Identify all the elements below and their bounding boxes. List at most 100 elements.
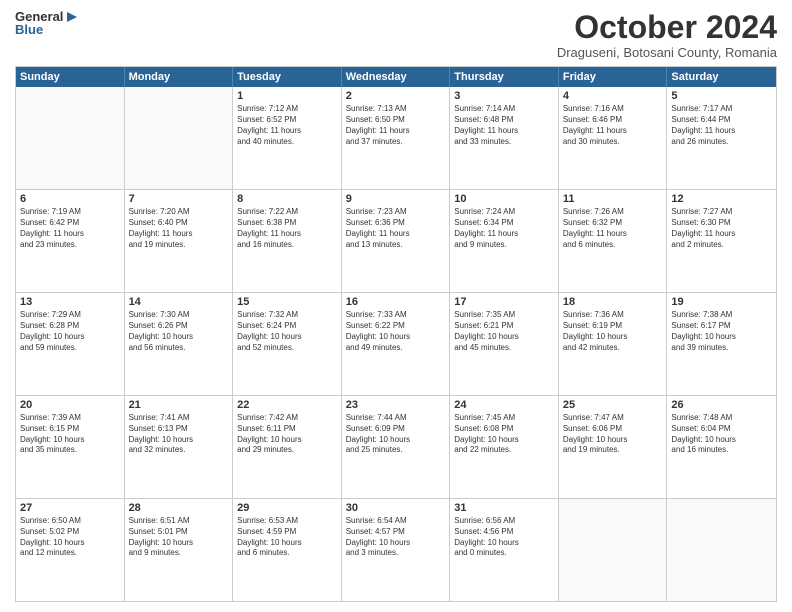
day-number: 31 <box>454 502 554 514</box>
day-number: 9 <box>346 193 446 205</box>
day-number: 10 <box>454 193 554 205</box>
cell-text-line: and 42 minutes. <box>563 343 663 354</box>
calendar-cell: 3Sunrise: 7:14 AMSunset: 6:48 PMDaylight… <box>450 87 559 189</box>
cell-text-line: Sunrise: 7:36 AM <box>563 310 663 321</box>
day-number: 25 <box>563 399 663 411</box>
calendar-cell: 7Sunrise: 7:20 AMSunset: 6:40 PMDaylight… <box>125 190 234 292</box>
cell-text-line: Sunrise: 7:48 AM <box>671 413 772 424</box>
cell-text-line: Sunset: 6:17 PM <box>671 321 772 332</box>
day-number: 14 <box>129 296 229 308</box>
cell-text-line: Daylight: 10 hours <box>454 538 554 549</box>
cell-text-line: Daylight: 10 hours <box>20 332 120 343</box>
calendar-cell: 2Sunrise: 7:13 AMSunset: 6:50 PMDaylight… <box>342 87 451 189</box>
day-number: 13 <box>20 296 120 308</box>
calendar-cell: 8Sunrise: 7:22 AMSunset: 6:38 PMDaylight… <box>233 190 342 292</box>
page: General Blue October 2024 Draguseni, Bot… <box>0 0 792 612</box>
day-number: 29 <box>237 502 337 514</box>
cell-text-line: Daylight: 11 hours <box>237 126 337 137</box>
day-number: 22 <box>237 399 337 411</box>
cell-text-line: Daylight: 10 hours <box>563 435 663 446</box>
weekday-header: Saturday <box>667 67 776 87</box>
cell-text-line: and 19 minutes. <box>563 445 663 456</box>
day-number: 12 <box>671 193 772 205</box>
cell-text-line: Daylight: 10 hours <box>671 332 772 343</box>
day-number: 19 <box>671 296 772 308</box>
day-number: 24 <box>454 399 554 411</box>
calendar: SundayMondayTuesdayWednesdayThursdayFrid… <box>15 66 777 602</box>
cell-text-line: Sunset: 6:36 PM <box>346 218 446 229</box>
calendar-cell <box>667 499 776 601</box>
cell-text-line: Sunset: 4:59 PM <box>237 527 337 538</box>
cell-text-line: and 9 minutes. <box>454 240 554 251</box>
cell-text-line: and 33 minutes. <box>454 137 554 148</box>
calendar-cell: 17Sunrise: 7:35 AMSunset: 6:21 PMDayligh… <box>450 293 559 395</box>
calendar-cell: 16Sunrise: 7:33 AMSunset: 6:22 PMDayligh… <box>342 293 451 395</box>
calendar-cell: 25Sunrise: 7:47 AMSunset: 6:06 PMDayligh… <box>559 396 668 498</box>
cell-text-line: and 49 minutes. <box>346 343 446 354</box>
day-number: 15 <box>237 296 337 308</box>
cell-text-line: Sunset: 6:09 PM <box>346 424 446 435</box>
cell-text-line: and 3 minutes. <box>346 548 446 559</box>
cell-text-line: and 23 minutes. <box>20 240 120 251</box>
cell-text-line: Daylight: 10 hours <box>129 538 229 549</box>
cell-text-line: Daylight: 11 hours <box>563 229 663 240</box>
cell-text-line: Sunrise: 7:45 AM <box>454 413 554 424</box>
cell-text-line: Daylight: 11 hours <box>237 229 337 240</box>
cell-text-line: and 22 minutes. <box>454 445 554 456</box>
cell-text-line: Sunset: 6:19 PM <box>563 321 663 332</box>
cell-text-line: Sunset: 6:11 PM <box>237 424 337 435</box>
day-number: 28 <box>129 502 229 514</box>
cell-text-line: Sunrise: 7:33 AM <box>346 310 446 321</box>
cell-text-line: Sunrise: 7:19 AM <box>20 207 120 218</box>
cell-text-line: Sunrise: 7:38 AM <box>671 310 772 321</box>
cell-text-line: Sunset: 6:04 PM <box>671 424 772 435</box>
cell-text-line: Sunset: 6:38 PM <box>237 218 337 229</box>
cell-text-line: and 26 minutes. <box>671 137 772 148</box>
day-number: 17 <box>454 296 554 308</box>
cell-text-line: and 30 minutes. <box>563 137 663 148</box>
calendar-week-row: 13Sunrise: 7:29 AMSunset: 6:28 PMDayligh… <box>16 292 776 395</box>
cell-text-line: and 39 minutes. <box>671 343 772 354</box>
calendar-cell <box>559 499 668 601</box>
cell-text-line: Sunset: 6:28 PM <box>20 321 120 332</box>
cell-text-line: Daylight: 11 hours <box>454 229 554 240</box>
cell-text-line: Sunrise: 6:50 AM <box>20 516 120 527</box>
subtitle: Draguseni, Botosani County, Romania <box>557 45 777 60</box>
calendar-cell: 14Sunrise: 7:30 AMSunset: 6:26 PMDayligh… <box>125 293 234 395</box>
cell-text-line: Sunset: 6:21 PM <box>454 321 554 332</box>
calendar-cell: 1Sunrise: 7:12 AMSunset: 6:52 PMDaylight… <box>233 87 342 189</box>
logo-blue: Blue <box>15 23 79 36</box>
calendar-cell: 5Sunrise: 7:17 AMSunset: 6:44 PMDaylight… <box>667 87 776 189</box>
day-number: 26 <box>671 399 772 411</box>
cell-text-line: Sunrise: 6:51 AM <box>129 516 229 527</box>
cell-text-line: Sunrise: 7:16 AM <box>563 104 663 115</box>
logo-text: General Blue <box>15 10 79 36</box>
day-number: 27 <box>20 502 120 514</box>
weekday-header: Sunday <box>16 67 125 87</box>
calendar-cell: 22Sunrise: 7:42 AMSunset: 6:11 PMDayligh… <box>233 396 342 498</box>
cell-text-line: Daylight: 11 hours <box>346 126 446 137</box>
cell-text-line: Sunrise: 7:17 AM <box>671 104 772 115</box>
calendar-cell: 31Sunrise: 6:56 AMSunset: 4:56 PMDayligh… <box>450 499 559 601</box>
cell-text-line: Daylight: 11 hours <box>671 229 772 240</box>
day-number: 7 <box>129 193 229 205</box>
calendar-cell: 26Sunrise: 7:48 AMSunset: 6:04 PMDayligh… <box>667 396 776 498</box>
day-number: 6 <box>20 193 120 205</box>
cell-text-line: Sunset: 6:24 PM <box>237 321 337 332</box>
day-number: 23 <box>346 399 446 411</box>
cell-text-line: Daylight: 11 hours <box>671 126 772 137</box>
cell-text-line: Daylight: 11 hours <box>346 229 446 240</box>
cell-text-line: Sunrise: 7:26 AM <box>563 207 663 218</box>
calendar-cell: 20Sunrise: 7:39 AMSunset: 6:15 PMDayligh… <box>16 396 125 498</box>
cell-text-line: Sunrise: 7:22 AM <box>237 207 337 218</box>
main-title: October 2024 <box>557 10 777 45</box>
cell-text-line: and 32 minutes. <box>129 445 229 456</box>
cell-text-line: Daylight: 10 hours <box>346 435 446 446</box>
cell-text-line: and 2 minutes. <box>671 240 772 251</box>
cell-text-line: Sunset: 6:34 PM <box>454 218 554 229</box>
cell-text-line: Sunrise: 7:35 AM <box>454 310 554 321</box>
cell-text-line: Sunrise: 6:56 AM <box>454 516 554 527</box>
cell-text-line: Sunset: 6:48 PM <box>454 115 554 126</box>
calendar-cell <box>16 87 125 189</box>
day-number: 21 <box>129 399 229 411</box>
